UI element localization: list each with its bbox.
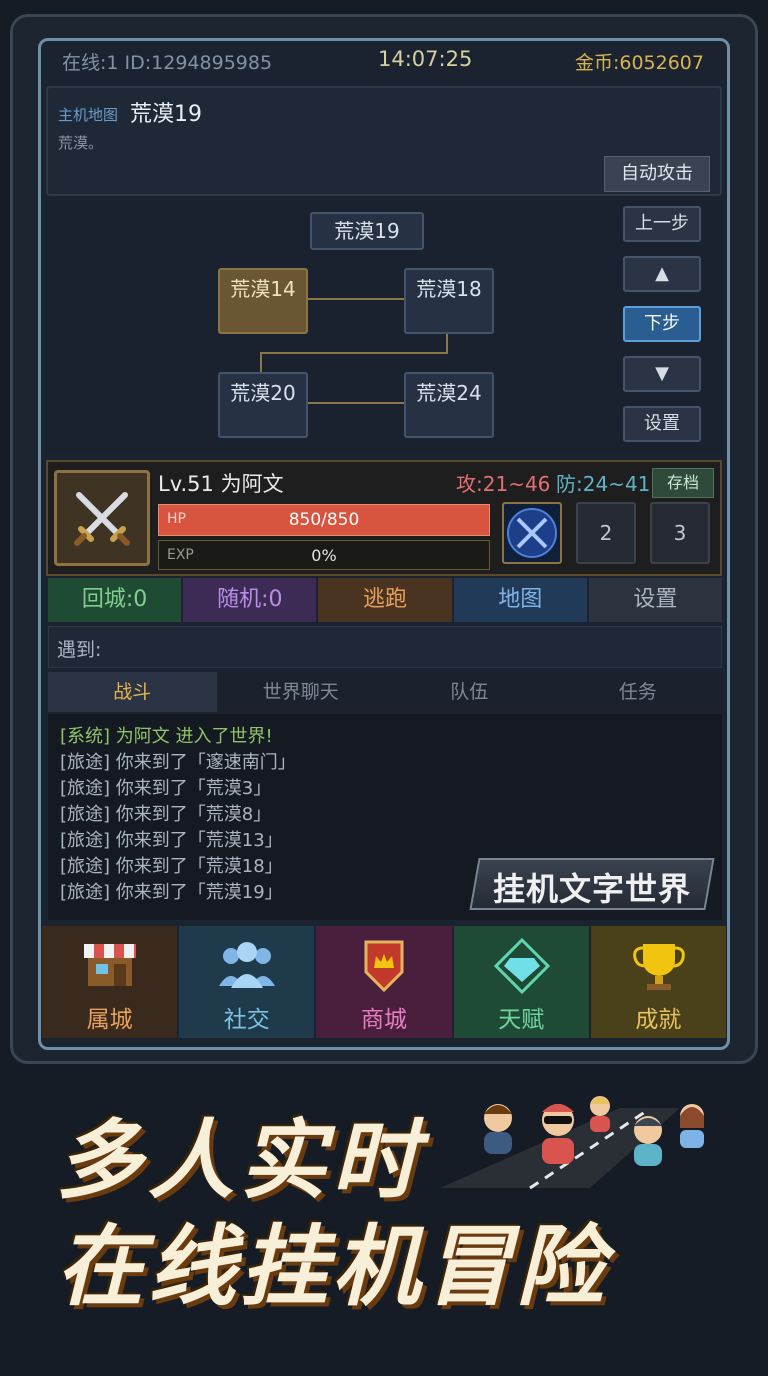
map-node-current[interactable]: 荒漠19 — [310, 212, 424, 250]
location-panel: 主机地图 荒漠19 荒漠。 自动攻击 — [46, 86, 722, 196]
diamond-icon — [493, 937, 550, 995]
nav-label: 商城 — [361, 1007, 407, 1033]
promo-headline-2: 在线挂机冒险 — [56, 1215, 609, 1318]
map-node[interactable]: 荒漠18 — [404, 268, 494, 334]
encounter-label: 遇到: — [57, 639, 102, 661]
nav-label: 社交 — [223, 1007, 270, 1033]
map-edge — [306, 298, 406, 300]
nav-achievement[interactable]: 成就 — [590, 926, 727, 1038]
location-desc: 荒漠。 — [58, 134, 104, 152]
nav-city[interactable]: 属城 — [42, 926, 178, 1038]
exp-value: 0% — [311, 546, 337, 565]
settings-button[interactable]: 设置 — [588, 578, 723, 622]
action-bar: 回城:0 随机:0 逃跑 地图 设置 — [48, 578, 723, 622]
encounter-bar: 遇到: — [48, 626, 722, 668]
location-name: 荒漠19 — [130, 102, 202, 127]
map-button[interactable]: 地图 — [453, 578, 587, 622]
character-level-name: Lv.51 为阿文 — [158, 472, 284, 496]
clock-text: 14:07:25 — [378, 47, 473, 71]
online-id-text: 在线:1 ID:1294895985 — [62, 52, 273, 74]
shop-icon — [84, 944, 136, 986]
nav-label: 属城 — [86, 1007, 133, 1033]
exp-bar: EXP 0% — [158, 540, 490, 570]
next-step-button[interactable]: 下步 — [623, 306, 701, 342]
map-edge — [260, 352, 262, 374]
skill-slot-main[interactable] — [502, 502, 562, 564]
tab-battle[interactable]: 战斗 — [48, 672, 217, 712]
map-edge — [446, 334, 448, 354]
tab-bar: 战斗 世界聊天 队伍 任务 — [48, 672, 722, 712]
avatar[interactable] — [54, 470, 150, 566]
nav-label: 成就 — [635, 1007, 682, 1033]
map-settings-button[interactable]: 设置 — [623, 406, 701, 442]
gold-text: 金币:6052607 — [574, 52, 704, 74]
character-panel: Lv.51 为阿文 攻:21~46 防:24~41 存档 HP 850/850 … — [46, 460, 722, 576]
log-line: [旅途] 你来到了「荒漠13」 — [60, 830, 283, 851]
log-line: [旅途] 你来到了「邃速南门」 — [60, 752, 296, 773]
nav-shop[interactable]: 商城 — [316, 926, 452, 1038]
trophy-icon — [633, 944, 685, 990]
log-line: [旅途] 你来到了「荒漠3」 — [60, 778, 272, 799]
map-edge — [306, 402, 406, 404]
blue-crossed-swords-icon — [507, 508, 557, 558]
map-edge — [260, 352, 448, 354]
hp-bar: HP 850/850 — [158, 504, 490, 536]
logo-text: 挂机文字世界 — [492, 870, 691, 908]
crossed-swords-icon — [74, 492, 130, 546]
nav-social[interactable]: 社交 — [179, 926, 315, 1038]
people-icon — [219, 942, 276, 988]
save-button[interactable]: 存档 — [652, 468, 714, 498]
game-logo: 挂机文字世界 — [469, 846, 715, 918]
skill-slot[interactable]: 2 — [576, 502, 636, 564]
tab-world-chat[interactable]: 世界聊天 — [217, 672, 386, 712]
tab-quest[interactable]: 任务 — [554, 672, 723, 712]
log-line: [旅途] 你来到了「荒漠18」 — [60, 856, 283, 877]
nav-talent[interactable]: 天赋 — [453, 926, 589, 1038]
hp-value: 850/850 — [288, 510, 360, 530]
return-city-button[interactable]: 回城:0 — [48, 578, 182, 622]
nav-label: 天赋 — [498, 1007, 545, 1033]
map-node[interactable]: 荒漠14 — [218, 268, 308, 334]
map-node[interactable]: 荒漠20 — [218, 372, 308, 438]
map-tag: 主机地图 — [58, 106, 119, 124]
players-illustration — [440, 1096, 704, 1190]
log-line: [系统] 为阿文 进入了世界! — [60, 726, 273, 747]
map-node[interactable]: 荒漠24 — [404, 372, 494, 438]
map-area: 荒漠19 荒漠14 荒漠18 荒漠20 荒漠24 上一步 ▲ 下步 ▼ 设置 — [46, 200, 722, 454]
auto-attack-button[interactable]: 自动攻击 — [604, 156, 710, 192]
log-line: [旅途] 你来到了「荒漠19」 — [60, 882, 283, 903]
random-button[interactable]: 随机:0 — [183, 578, 317, 622]
log-line: [旅途] 你来到了「荒漠8」 — [60, 804, 272, 825]
escape-button[interactable]: 逃跑 — [318, 578, 452, 622]
prev-step-button[interactable]: 上一步 — [623, 206, 701, 242]
crown-shield-icon — [364, 940, 404, 993]
tab-team[interactable]: 队伍 — [385, 672, 554, 712]
up-arrow-button[interactable]: ▲ — [623, 256, 701, 292]
defense-stat: 防:24~41 — [556, 472, 651, 496]
status-bar: 在线:1 ID:1294895985 14:07:25 金币:6052607 — [42, 42, 726, 78]
skill-slot[interactable]: 3 — [650, 502, 710, 564]
bottom-nav: 属城 社交 商城 天赋 成就 — [42, 926, 727, 1038]
down-arrow-button[interactable]: ▼ — [623, 356, 701, 392]
attack-stat: 攻:21~46 — [456, 472, 551, 496]
